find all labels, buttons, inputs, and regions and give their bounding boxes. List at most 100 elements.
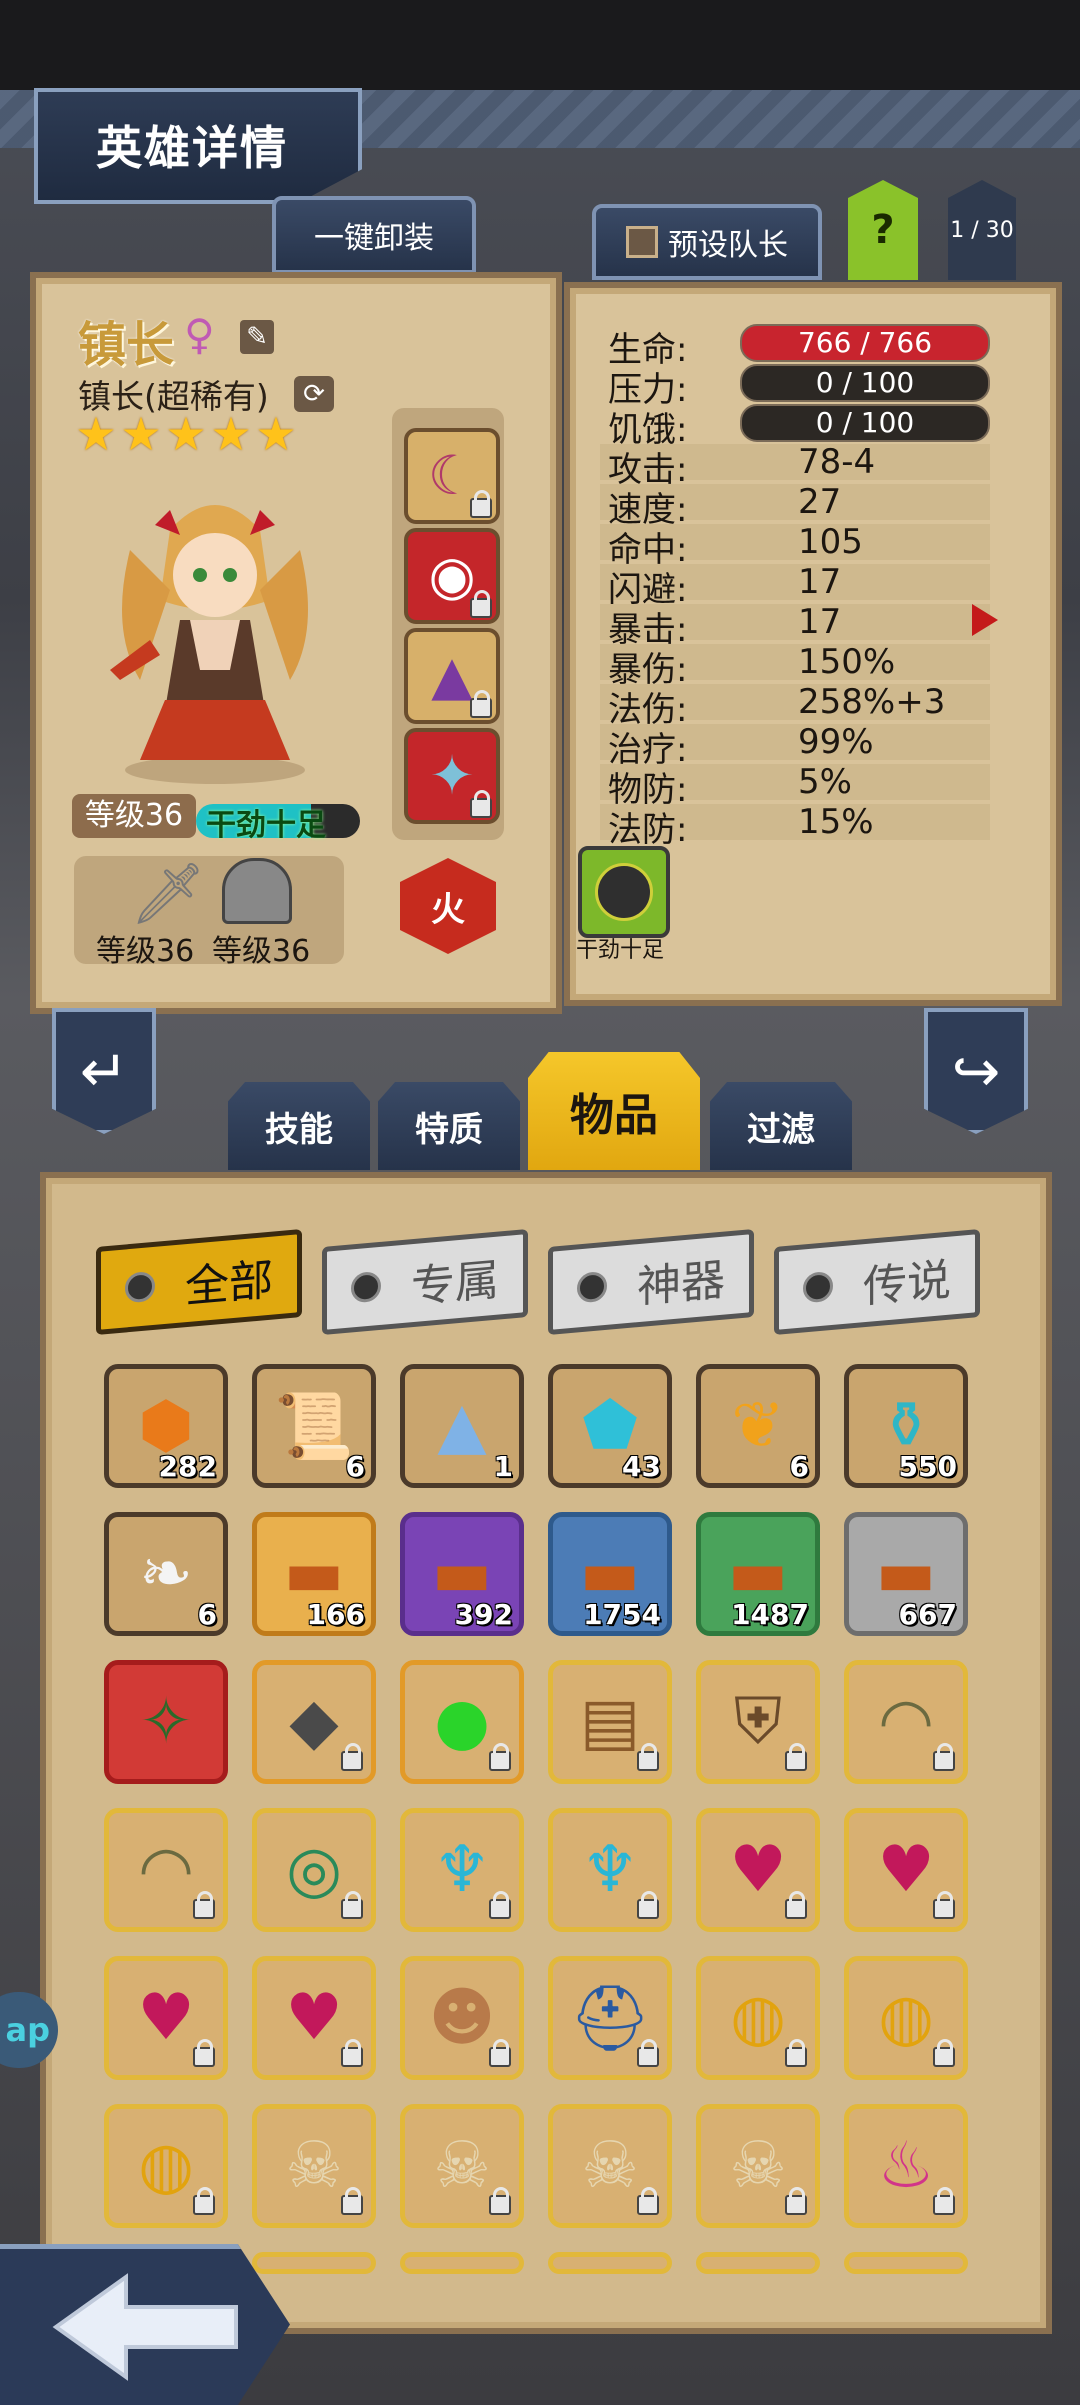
inventory-item[interactable]: ⚱ 550 — [844, 1364, 968, 1488]
back-button[interactable] — [0, 2244, 290, 2405]
inventory-item[interactable] — [696, 2252, 820, 2274]
inventory-item[interactable]: ♥ — [844, 1808, 968, 1932]
item-count: 392 — [454, 1598, 513, 1631]
page-title: 英雄详情 — [96, 121, 288, 175]
inventory-item[interactable]: ☠ — [400, 2104, 524, 2228]
filter-all[interactable]: 全部 — [96, 1228, 302, 1336]
item-count: 1487 — [731, 1598, 809, 1631]
inventory-item[interactable]: ♥ — [104, 1956, 228, 2080]
inventory-item[interactable]: ☻ — [400, 1956, 524, 2080]
swap-class-icon[interactable]: ⟳ — [294, 376, 334, 412]
next-hero-button[interactable]: ↪ — [924, 1008, 1028, 1134]
preset-captain-button[interactable]: 预设队长 — [592, 204, 822, 280]
tab-filter[interactable]: 过滤 — [710, 1082, 852, 1170]
item-count: 43 — [622, 1450, 661, 1483]
status-effect-label: 干劲十足 — [576, 938, 665, 963]
inventory-item[interactable]: ⬢ 282 — [104, 1364, 228, 1488]
lock-icon — [489, 2039, 511, 2067]
inventory-item[interactable]: ☠ — [696, 2104, 820, 2228]
item-count: 1 — [493, 1450, 513, 1483]
inventory-item[interactable] — [400, 2252, 524, 2274]
inventory-item[interactable]: ⬟ 43 — [548, 1364, 672, 1488]
inventory-item[interactable]: ❦ 6 — [696, 1364, 820, 1488]
inventory-item[interactable]: ◍ — [844, 1956, 968, 2080]
inventory-item[interactable]: ▬ 1487 — [696, 1512, 820, 1636]
helmet-icon[interactable] — [222, 858, 292, 924]
lock-icon — [933, 1891, 955, 1919]
inventory-item[interactable]: ▬ 1754 — [548, 1512, 672, 1636]
tab-traits[interactable]: 特质 — [378, 1082, 520, 1170]
inventory-item[interactable]: ☠ — [548, 2104, 672, 2228]
checkbox-icon[interactable] — [626, 226, 658, 258]
inventory-item[interactable]: ● — [400, 1660, 524, 1784]
accessory-slot-claw[interactable]: ☾ — [404, 428, 500, 524]
lock-icon — [193, 2039, 215, 2067]
hero-portrait[interactable] — [50, 470, 380, 790]
inventory-item[interactable]: ▬ 166 — [252, 1512, 376, 1636]
inventory-item[interactable]: ♨ — [844, 2104, 968, 2228]
inventory-item[interactable]: ◍ — [104, 2104, 228, 2228]
prev-hero-button[interactable]: ↵ — [52, 1008, 156, 1134]
accessory-slot-shuriken[interactable]: ✦ — [404, 728, 500, 824]
help-button[interactable]: ? — [848, 180, 918, 280]
star-icon: ★ — [75, 407, 117, 461]
lock-icon — [637, 1743, 659, 1771]
inventory-item[interactable]: ♥ — [696, 1808, 820, 1932]
filter-exclusive[interactable]: 专属 — [322, 1228, 528, 1336]
inventory-item[interactable]: ▬ 392 — [400, 1512, 524, 1636]
inventory-item[interactable]: ◆ — [252, 1660, 376, 1784]
stats-expand-arrow-icon[interactable] — [972, 604, 998, 636]
radio-dot-icon — [803, 1270, 833, 1304]
lock-icon — [341, 1743, 363, 1771]
star-icon: ★ — [210, 407, 252, 461]
radio-dot-icon — [125, 1270, 155, 1304]
trait-badge: 干劲十足 — [206, 808, 326, 843]
lock-icon — [933, 2187, 955, 2215]
inventory-item[interactable]: ♆ — [400, 1808, 524, 1932]
unequip-all-button[interactable]: 一键卸装 — [272, 196, 476, 274]
inventory-item[interactable] — [548, 2252, 672, 2274]
item-count: 550 — [898, 1450, 957, 1483]
inventory-item[interactable]: ▲ 1 — [400, 1364, 524, 1488]
lock-icon — [489, 1743, 511, 1771]
tab-skills[interactable]: 技能 — [228, 1082, 370, 1170]
stat-value: 105 — [798, 522, 863, 562]
filter-artifact[interactable]: 神器 — [548, 1228, 754, 1336]
inventory-item[interactable]: ♥ — [252, 1956, 376, 2080]
page-indicator: 1 / 30 — [948, 180, 1016, 280]
filter-legendary[interactable]: 传说 — [774, 1228, 980, 1336]
inventory-item[interactable]: ⛨ — [696, 1660, 820, 1784]
inventory-item[interactable]: ▬ 667 — [844, 1512, 968, 1636]
inventory-item[interactable]: ◍ — [696, 1956, 820, 2080]
inventory-item[interactable]: 📜 6 — [252, 1364, 376, 1488]
inventory-item[interactable]: ▤ — [548, 1660, 672, 1784]
filter-label: 神器 — [637, 1254, 725, 1314]
sword-icon[interactable]: 🗡 — [130, 858, 206, 929]
item-count: 166 — [306, 1598, 365, 1631]
lock-icon — [470, 490, 492, 518]
lock-icon — [193, 1891, 215, 1919]
rename-icon[interactable]: ✎ — [240, 320, 274, 354]
inventory-item[interactable] — [844, 2252, 968, 2274]
inventory-item[interactable]: ⛑ — [548, 1956, 672, 2080]
inventory-item[interactable] — [252, 2252, 376, 2274]
tab-items[interactable]: 物品 — [528, 1052, 700, 1170]
inventory-item[interactable]: ♆ — [548, 1808, 672, 1932]
stat-bar: 766 / 766 — [740, 324, 990, 362]
status-effect-icon[interactable] — [578, 846, 670, 938]
lock-icon — [470, 690, 492, 718]
accessory-slot-hat[interactable]: ▲ — [404, 628, 500, 724]
lock-icon — [341, 1891, 363, 1919]
inventory-item[interactable]: ❧ 6 — [104, 1512, 228, 1636]
lock-icon — [470, 790, 492, 818]
inventory-item[interactable]: ◠ — [104, 1808, 228, 1932]
inventory-item[interactable]: ☠ — [252, 2104, 376, 2228]
item-count: 6 — [197, 1598, 217, 1631]
inventory-item[interactable]: ✧ — [104, 1660, 228, 1784]
inventory-item[interactable]: ◠ — [844, 1660, 968, 1784]
female-icon: ♀ — [184, 310, 215, 359]
accessory-slot-amulet[interactable]: ◉ — [404, 528, 500, 624]
inventory-item[interactable]: ◎ — [252, 1808, 376, 1932]
stat-label: 法防: — [608, 810, 688, 850]
item-count: 667 — [898, 1598, 957, 1631]
